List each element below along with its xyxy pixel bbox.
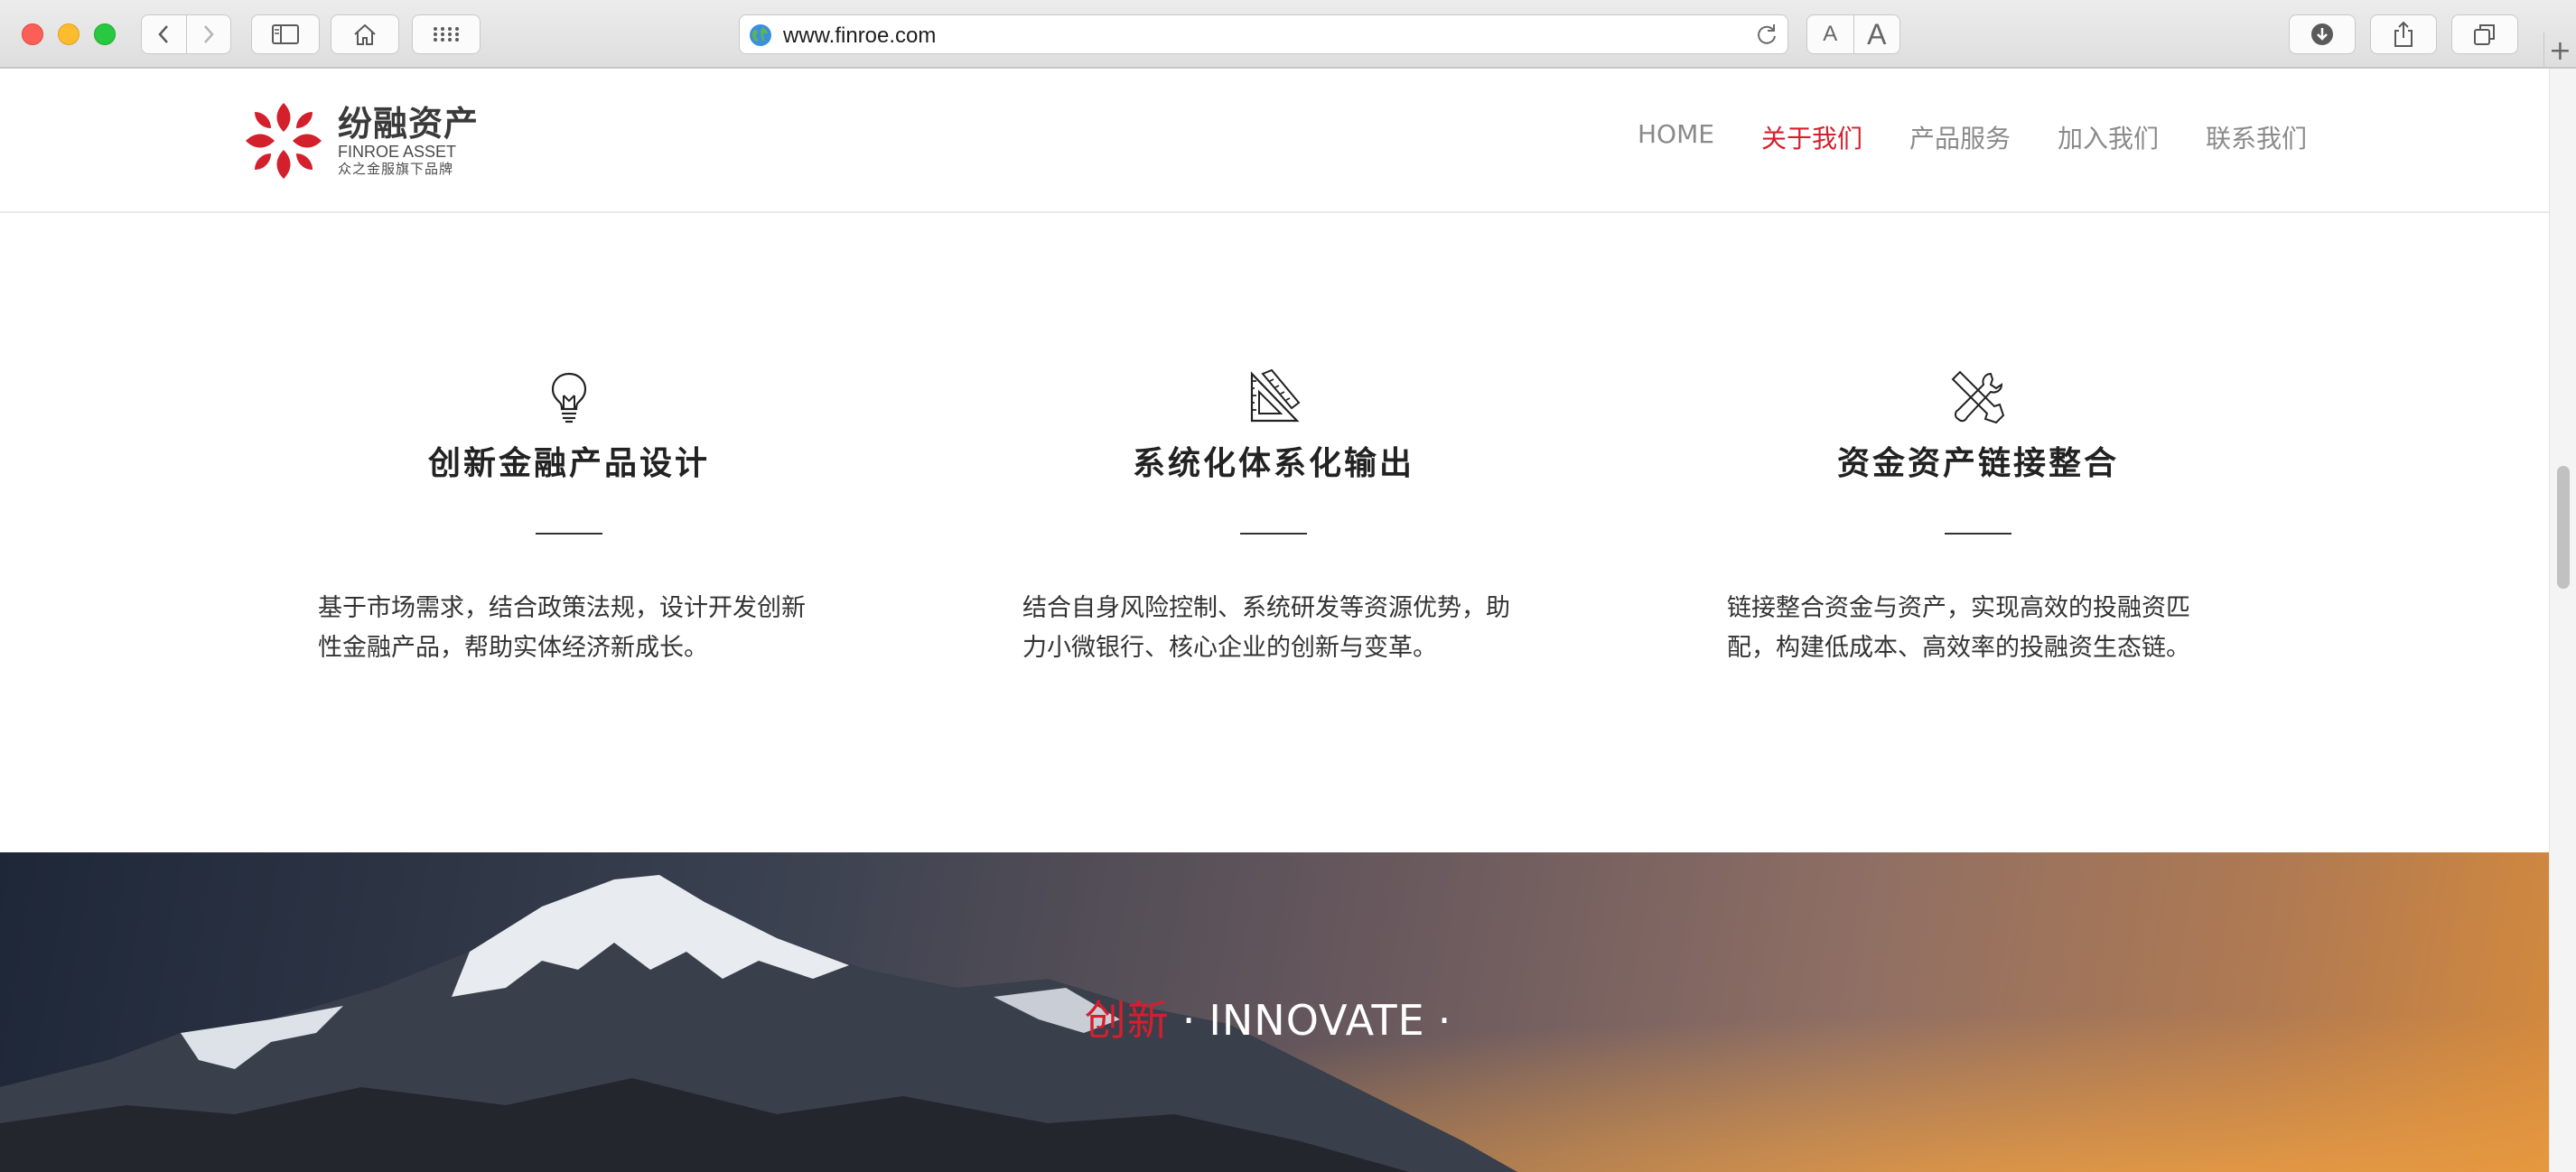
hero-trailing-dot: · [1437,996,1452,1045]
nav-home[interactable]: HOME [1638,119,1714,155]
home-icon [354,23,376,45]
divider [1945,533,2011,535]
close-window-button[interactable] [22,23,43,45]
download-icon [2311,23,2333,45]
nav-products[interactable]: 产品服务 [1909,119,2011,155]
feature-description: 链接整合资金与资产，实现高效的投融资匹配，构建低成本、高效率的投融资生态链。 [1727,594,2190,662]
feature-card: 资金资产链接整合 链接整合资金与资产，实现高效的投融资匹配，构建低成本、高效率的… [1707,368,2249,668]
ruler-triangle-icon [1250,368,1301,423]
address-bar[interactable]: www.finroe.com [739,14,1788,54]
reload-icon[interactable] [1755,23,1778,46]
hero-title-cn: 创新 [1084,996,1170,1045]
history-nav-group [141,14,231,54]
main-nav: HOME 关于我们 产品服务 加入我们 联系我们 [1638,119,2307,155]
zoom-window-button[interactable] [94,23,116,45]
page-scrollbar[interactable] [2549,69,2576,1172]
feature-title: 资金资产链接整合 [1836,445,2119,482]
chevron-right-icon [203,25,214,43]
nav-contact-us[interactable]: 联系我们 [2206,119,2307,155]
lightbulb-icon [551,372,587,423]
logo-tagline: 众之金服旗下品牌 [338,161,454,177]
feature-card: 系统化体系化输出 结合自身风险控制、系统研发等资源优势，助力小微银行、核心企业的… [1003,368,1545,668]
features-section: 创新金融产品设计 基于市场需求，结合政策法规，设计开发创新性金融产品，帮助实体经… [0,215,2549,852]
logo-text: 纷融资产 FINROE ASSET 众之金服旗下品牌 [338,105,479,177]
tabs-icon [2474,24,2495,45]
downloads-button[interactable] [2289,14,2356,54]
nav-join-us[interactable]: 加入我们 [2058,119,2159,155]
divider [536,533,602,535]
sidebar-icon [272,24,299,44]
finroe-logo-icon [246,103,322,179]
feature-description: 基于市场需求，结合政策法规，设计开发创新性金融产品，帮助实体经济新成长。 [318,594,806,662]
top-sites-button[interactable] [412,14,481,54]
hero-title-en: INNOVATE [1209,996,1425,1045]
minimize-window-button[interactable] [58,23,79,45]
feature-card: 创新金融产品设计 基于市场需求，结合政策法规，设计开发创新性金融产品，帮助实体经… [298,368,840,668]
logo[interactable]: 纷融资产 FINROE ASSET 众之金服旗下品牌 [242,96,479,186]
feature-title: 系统化体系化输出 [1132,445,1414,482]
logo-name-en: FINROE ASSET [338,143,457,161]
feature-description: 结合自身风险控制、系统研发等资源优势，助力小微银行、核心企业的创新与变革。 [1022,594,1510,662]
url-text: www.finroe.com [783,23,937,48]
share-icon [2394,21,2413,47]
back-button[interactable] [142,15,186,53]
text-smaller-button[interactable]: A [1807,15,1853,53]
divider [1240,533,1307,535]
forward-button[interactable] [185,15,231,53]
share-button[interactable] [2370,14,2437,54]
hero-banner: 创新 · INNOVATE · [0,852,2549,1172]
home-button[interactable] [331,14,399,54]
new-tab-button[interactable]: + [2543,33,2576,69]
hero-separator: · [1181,996,1197,1045]
nav-about-us[interactable]: 关于我们 [1761,119,1862,155]
browser-toolbar: www.finroe.com A A + [0,0,2576,69]
chevron-left-icon [158,25,169,43]
hero-title: 创新 · INNOVATE · [0,988,2549,1047]
globe-icon [750,24,771,46]
text-size-group: A A [1806,14,1900,54]
scrollbar-thumb[interactable] [2557,466,2570,589]
tab-overview-button[interactable] [2451,14,2518,54]
text-larger-button[interactable]: A [1853,15,1900,53]
sidebar-toggle-button[interactable] [251,14,320,54]
grid-icon [434,27,459,42]
site-header: 纷融资产 FINROE ASSET 众之金服旗下品牌 HOME 关于我们 产品服… [0,69,2549,213]
logo-name-cn: 纷融资产 [338,104,480,144]
tools-icon [1951,370,2005,424]
feature-title: 创新金融产品设计 [427,445,710,482]
